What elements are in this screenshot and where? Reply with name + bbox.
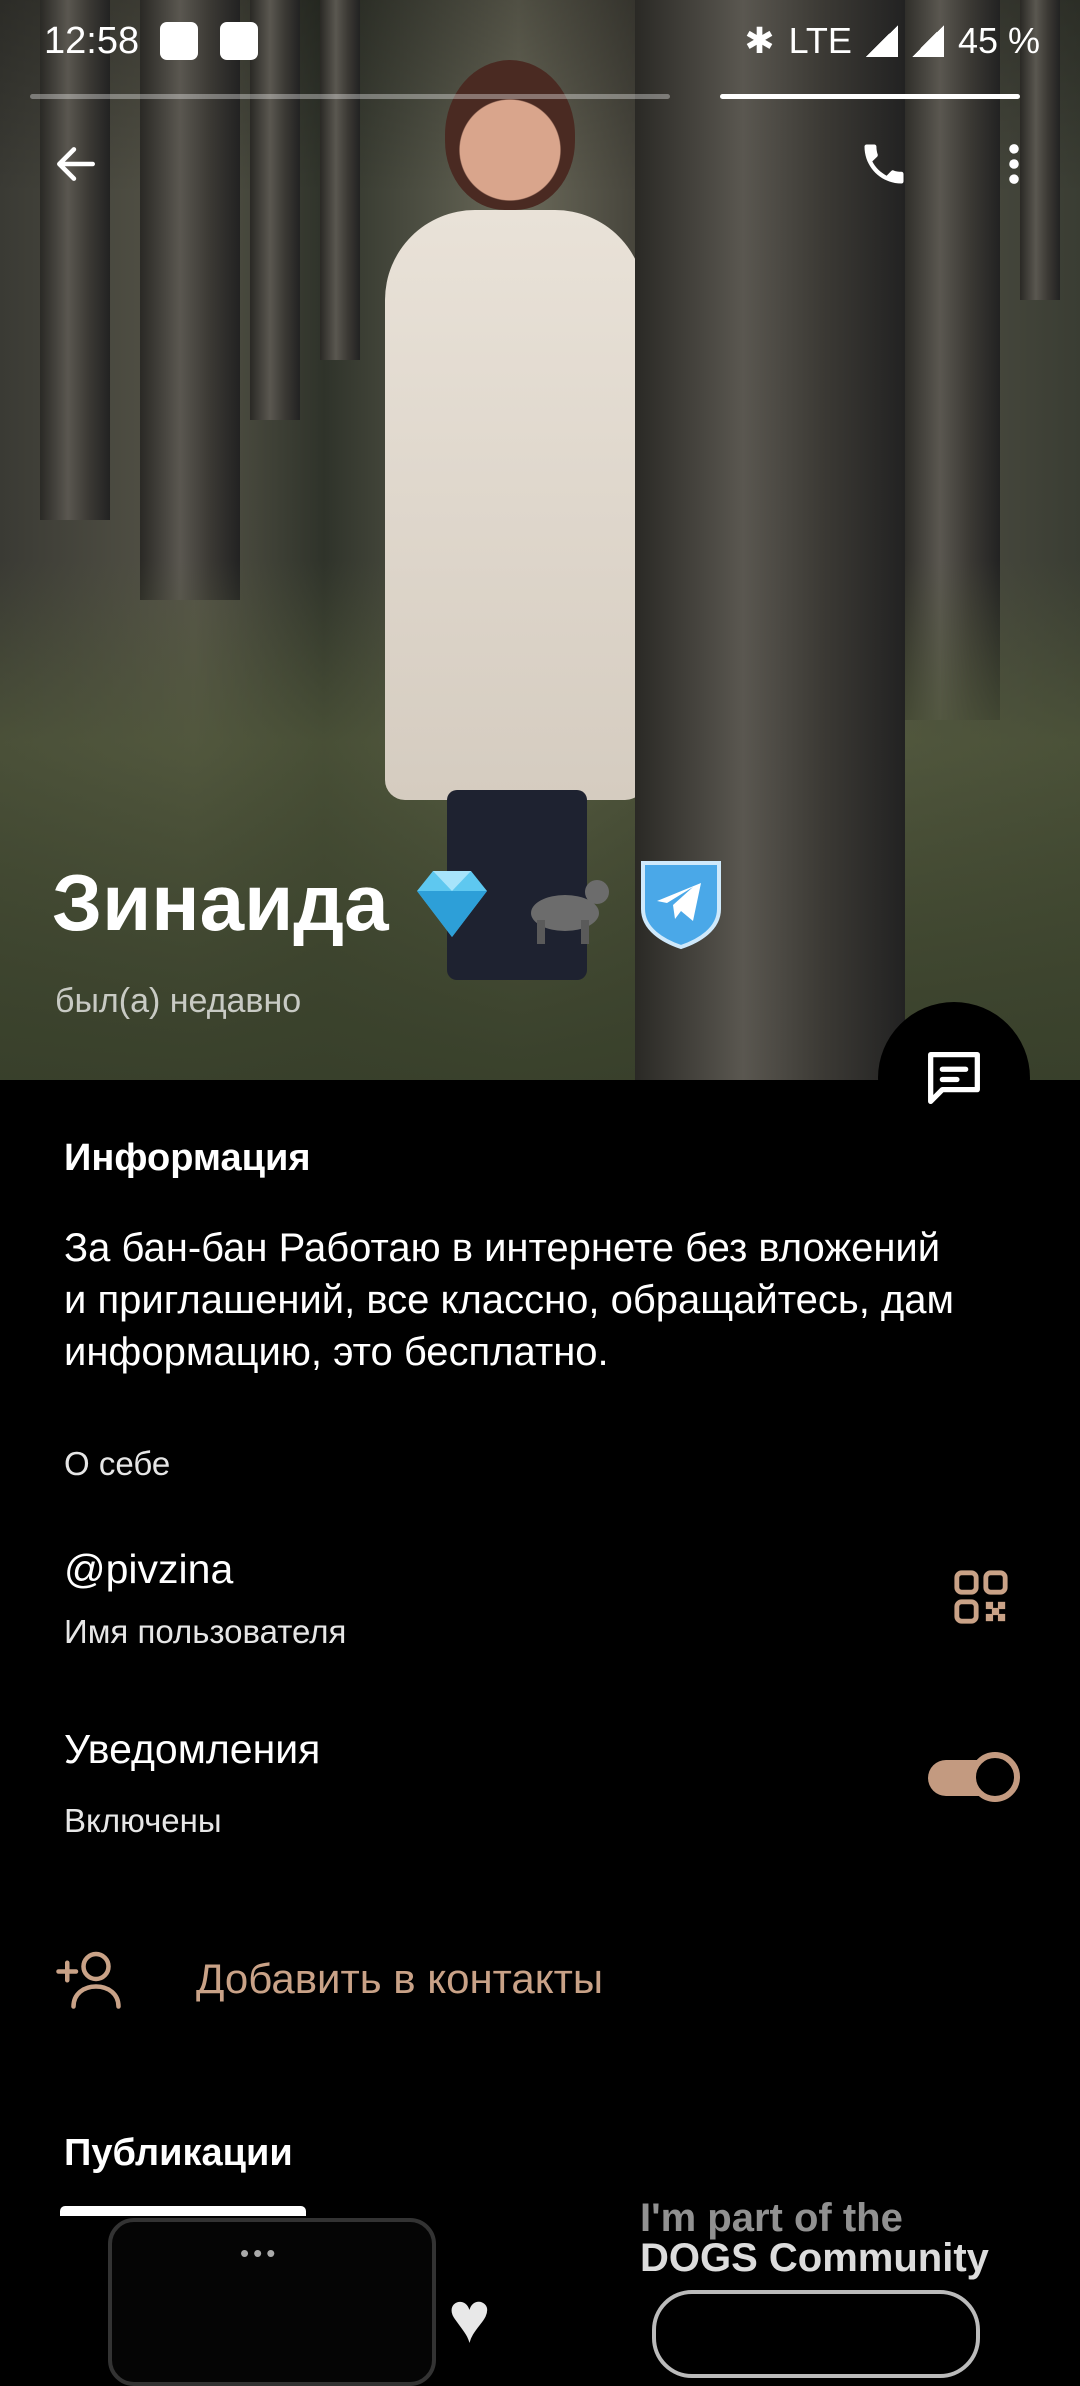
bio-text[interactable]: За бан-бан Работаю в интернете без вложе… — [64, 1222, 964, 1378]
battery-level: 45 % — [957, 20, 1040, 61]
notifications-title[interactable]: Уведомления — [64, 1726, 320, 1773]
arrow-left-icon — [57, 147, 95, 181]
status-time: 12:58 — [44, 20, 140, 62]
notifications-status: Включены — [64, 1802, 222, 1839]
dog-emoji-icon[interactable] — [515, 858, 615, 948]
chat-icon — [928, 1052, 980, 1104]
back-button[interactable] — [40, 128, 112, 200]
post-preview-dots: ••• — [240, 2238, 280, 2268]
call-button[interactable] — [848, 128, 920, 200]
toggle-knob — [970, 1752, 1020, 1802]
post-preview-button[interactable] — [652, 2290, 980, 2378]
notifications-toggle[interactable] — [928, 1750, 1020, 1802]
diamond-icon[interactable] — [407, 863, 497, 943]
bio-label: О себе — [64, 1445, 171, 1482]
photo-progress — [0, 94, 1020, 99]
photo-progress-segment-active — [720, 94, 1020, 99]
photo-progress-segment — [30, 94, 670, 99]
profile-name: Зинаида — [52, 858, 389, 947]
message-button[interactable] — [878, 1002, 1030, 1154]
add-person-icon — [56, 1951, 121, 2009]
add-contact-button[interactable]: Добавить в контакты — [56, 1948, 603, 2010]
username-label: Имя пользователя — [64, 1613, 347, 1650]
bluetooth-icon: ✱ — [744, 20, 775, 61]
last-seen-status: был(а) недавно — [55, 982, 302, 1020]
telegram-badge-icon[interactable] — [633, 855, 729, 951]
profile-name-row: Зинаида — [52, 855, 729, 951]
username-value[interactable]: @pivzina — [64, 1546, 233, 1593]
photo-person — [385, 40, 645, 980]
qr-code-icon — [954, 1570, 1008, 1624]
qr-code-button[interactable] — [952, 1568, 1010, 1631]
info-section-title: Информация — [64, 1137, 311, 1179]
heart-icon: ♥ — [448, 2278, 491, 2358]
signal-icon — [865, 25, 898, 57]
app-notification-icon — [220, 22, 258, 60]
app-notification-icon — [160, 22, 198, 60]
status-right: ✱ LTE 45 % — [744, 20, 1040, 62]
posts-tab[interactable]: Публикации — [64, 2132, 293, 2175]
network-type: LTE — [788, 20, 852, 61]
more-vertical-icon — [1009, 144, 1019, 184]
phone-icon — [864, 144, 904, 184]
post-preview-caption[interactable]: DOGS Community — [640, 2236, 989, 2281]
post-preview-caption-top: I'm part of the — [640, 2196, 903, 2240]
posts-tab-indicator — [60, 2206, 306, 2216]
add-contact-label: Добавить в контакты — [196, 1955, 604, 2002]
more-options-button[interactable] — [978, 128, 1050, 200]
status-bar: 12:58 ✱ LTE 45 % — [0, 0, 1080, 90]
photo-tree — [140, 0, 240, 600]
signal-icon — [911, 25, 944, 57]
